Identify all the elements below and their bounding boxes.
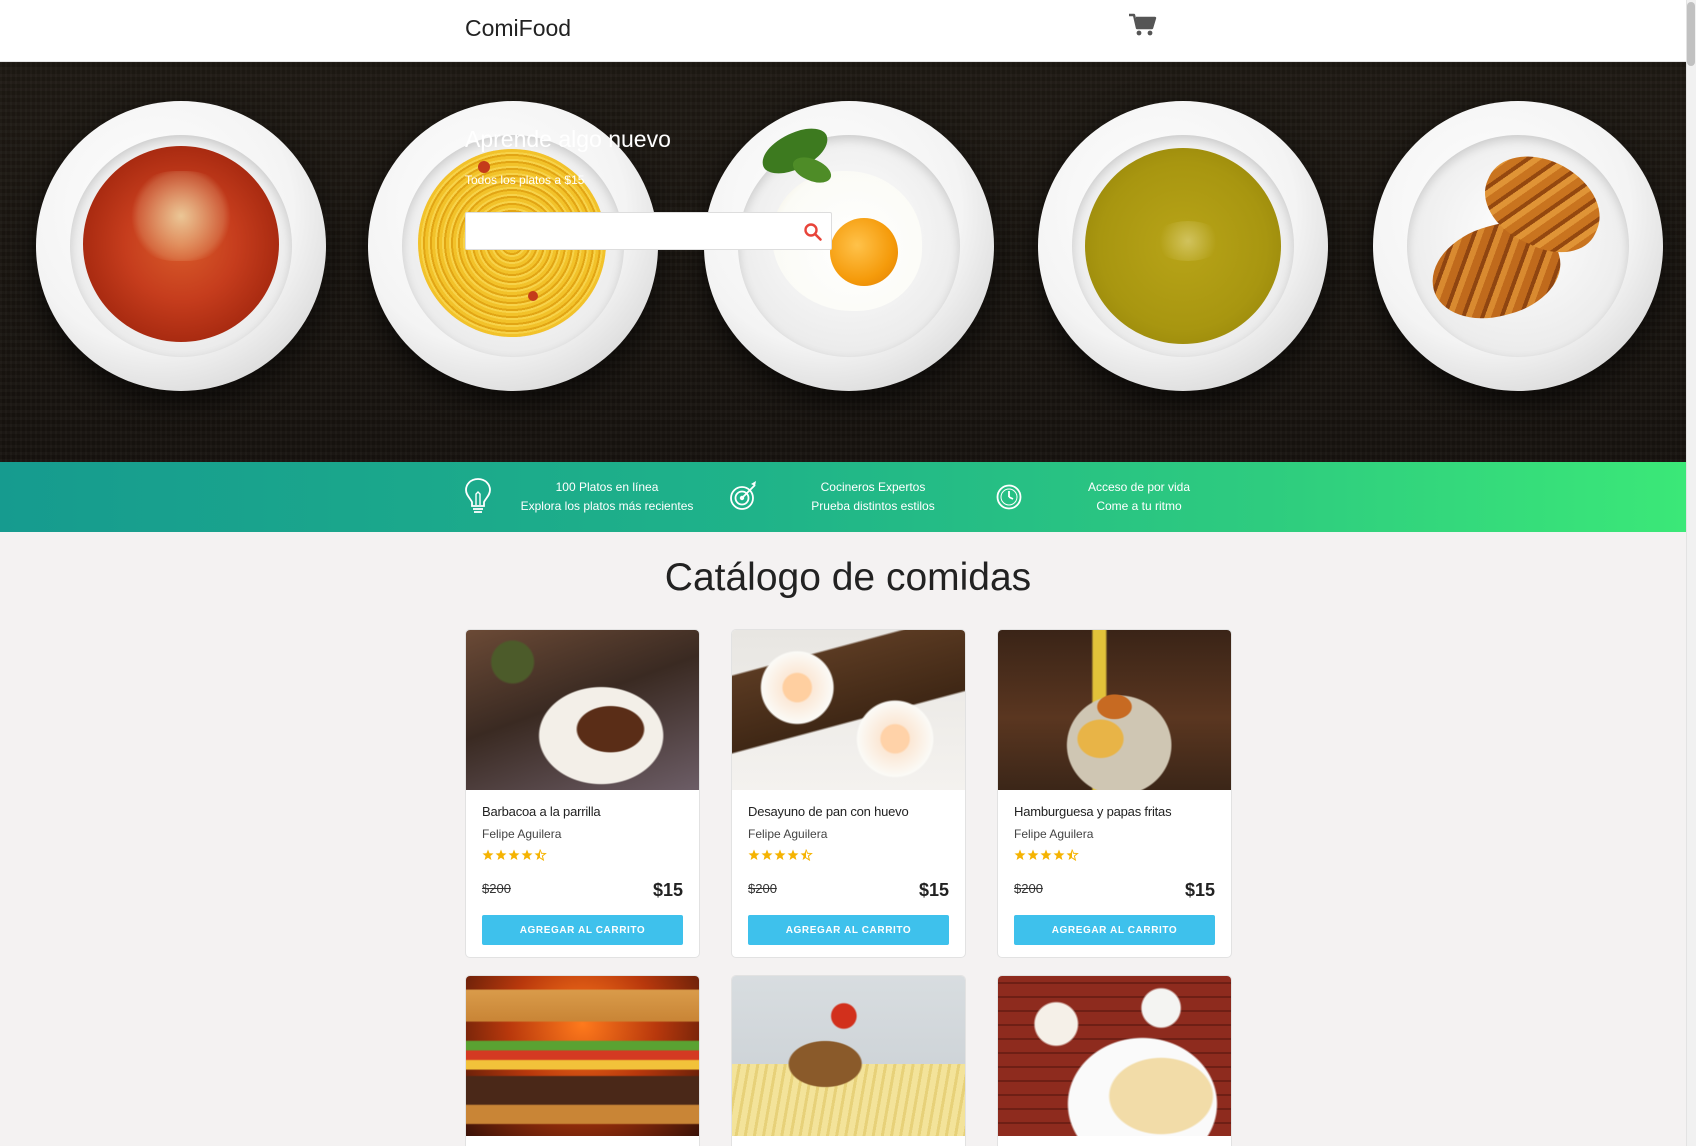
plate-cream-soup-image [1038, 101, 1328, 391]
price: $15 [918, 880, 949, 900]
search-input[interactable] [466, 213, 786, 249]
card-title[interactable]: Barbacoa a la parrilla [482, 804, 683, 819]
old-price: $200 [748, 881, 777, 896]
card-author: Felipe Aguilera [482, 827, 562, 841]
feature-online-dishes: 100 Platos en línea Explora los platos m… [500, 478, 714, 516]
scrollbar-thumb[interactable] [1687, 2, 1695, 66]
grilled-steak-image[interactable] [466, 630, 699, 790]
add-to-cart-button[interactable]: AGREGAR AL CARRITO [748, 915, 949, 945]
price: $15 [1184, 880, 1215, 900]
feature-line2: Come a tu ritmo [1096, 499, 1182, 513]
crepes-and-eggs-image[interactable] [998, 976, 1231, 1136]
card-author: Felipe Aguilera [748, 827, 828, 841]
rating-stars [1014, 849, 1215, 863]
hero-title: Aprende algo nuevo [465, 126, 671, 152]
price: $15 [652, 880, 683, 900]
star-icon [1014, 849, 1079, 861]
hero-banner: Aprende algo nuevo Todos los platos a $1… [0, 62, 1686, 462]
feature-line1: 100 Platos en línea [555, 480, 659, 494]
target-icon [728, 478, 760, 518]
search-bar [465, 212, 832, 250]
search-icon[interactable] [803, 222, 823, 242]
cheeseburger-image[interactable] [466, 976, 699, 1136]
plate-tomato-soup-image [36, 101, 326, 391]
food-card [731, 975, 966, 1146]
card-title[interactable]: Desayuno de pan con huevo [748, 804, 949, 819]
feature-lifetime-access: Acceso de por vida Come a tu ritmo [1046, 478, 1232, 516]
card-author: Felipe Aguilera [1014, 827, 1094, 841]
star-icon [748, 849, 813, 861]
hero-subtitle: Todos los platos a $15 [465, 173, 585, 187]
food-card: Desayuno de pan con huevo Felipe Aguiler… [731, 629, 966, 958]
feature-line1: Cocineros Expertos [820, 480, 926, 494]
feature-line2: Explora los platos más recientes [520, 499, 694, 513]
feature-line1: Acceso de por vida [1087, 480, 1191, 494]
card-title[interactable]: Hamburguesa y papas fritas [1014, 804, 1215, 819]
rating-stars [748, 849, 949, 863]
features-strip: 100 Platos en línea Explora los platos m… [0, 462, 1686, 532]
brand-logo[interactable]: ComiFood [465, 15, 571, 42]
lightbulb-icon [462, 476, 494, 516]
add-to-cart-button[interactable]: AGREGAR AL CARRITO [1014, 915, 1215, 945]
page: ComiFood Aprende algo nuevo Todos los pl… [0, 0, 1696, 1146]
old-price: $200 [482, 881, 511, 896]
add-to-cart-button[interactable]: AGREGAR AL CARRITO [482, 915, 683, 945]
feature-expert-cooks: Cocineros Expertos Prueba distintos esti… [780, 478, 966, 516]
food-card [997, 975, 1232, 1146]
star-icon [482, 849, 547, 861]
top-navbar: ComiFood [0, 0, 1696, 62]
burger-and-fries-image[interactable] [998, 630, 1231, 790]
plate-croissants-image [1373, 101, 1663, 391]
food-card: Hamburguesa y papas fritas Felipe Aguile… [997, 629, 1232, 958]
food-card [465, 975, 700, 1146]
rating-stars [482, 849, 683, 863]
shopping-cart-icon[interactable] [1128, 12, 1158, 38]
clock-icon [994, 482, 1026, 522]
feature-line2: Prueba distintos estilos [811, 499, 935, 513]
old-price: $200 [1014, 881, 1043, 896]
food-card: Barbacoa a la parrilla Felipe Aguilera $… [465, 629, 700, 958]
grilled-chicken-pasta-image[interactable] [732, 976, 965, 1136]
toast-with-eggs-image[interactable] [732, 630, 965, 790]
catalog-title: Catálogo de comidas [664, 556, 1032, 599]
